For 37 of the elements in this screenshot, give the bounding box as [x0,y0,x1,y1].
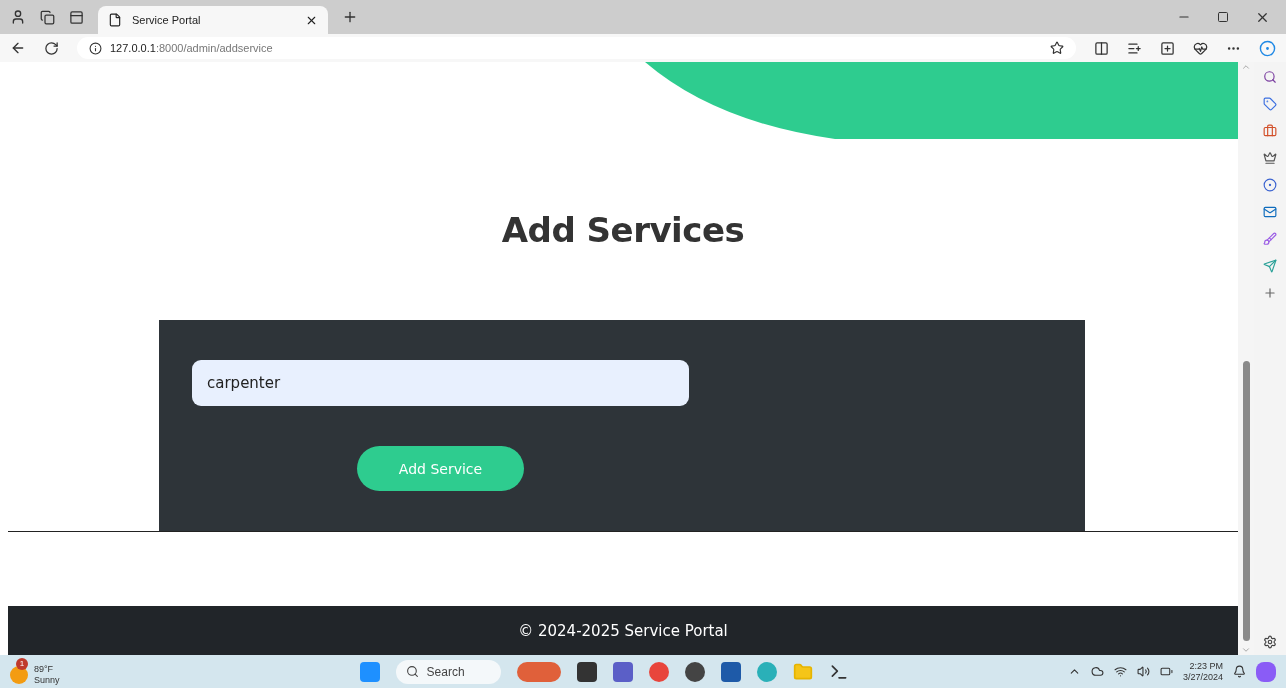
volume-icon[interactable] [1136,665,1150,678]
url-text: 127.0.0.1:8000/admin/addservice [110,42,273,54]
briefcase-icon[interactable] [1263,124,1277,138]
info-icon[interactable] [89,41,102,55]
reload-icon[interactable] [44,40,59,56]
tag-icon[interactable] [1263,97,1277,111]
back-icon[interactable] [10,40,26,56]
bell-icon[interactable] [1233,665,1246,678]
collections-icon[interactable] [1160,40,1175,56]
split-screen-icon[interactable] [1094,40,1109,56]
wifi-icon[interactable] [1113,665,1127,678]
cloud-icon[interactable] [1090,665,1104,678]
brush-icon[interactable] [1263,232,1277,246]
mail-icon[interactable] [1263,205,1277,219]
send-icon[interactable] [1263,259,1277,273]
service-input-field[interactable]: carpenter [192,360,689,407]
health-icon[interactable] [1193,40,1208,56]
search-icon [405,665,419,678]
copyright-text: © 2024-2025 Service Portal [518,621,728,640]
notification-badge: 1 [16,657,28,670]
battery-icon[interactable] [1159,665,1173,678]
weather-widget[interactable]: 1 89°F Sunny [10,657,60,686]
favorites-icon[interactable] [1127,40,1142,56]
page-heading: Add Services [500,209,746,252]
address-bar[interactable]: 127.0.0.1:8000/admin/addservice [77,37,1076,59]
browser-tab[interactable]: Service Portal [98,6,328,34]
ring-icon[interactable] [1263,178,1277,192]
scroll-thumb[interactable] [1242,361,1250,641]
settings-icon[interactable] [1263,635,1277,649]
taskbar-search[interactable]: Search [395,659,501,684]
clock[interactable]: 2:23 PM 3/27/2024 [1182,660,1223,683]
temperature-text: 89°F [34,663,55,675]
page-icon [108,13,122,27]
restore-icon[interactable] [1217,11,1229,23]
condition-text: Sunny [34,674,60,686]
search-icon[interactable] [1263,70,1277,84]
star-icon[interactable] [1050,41,1064,55]
